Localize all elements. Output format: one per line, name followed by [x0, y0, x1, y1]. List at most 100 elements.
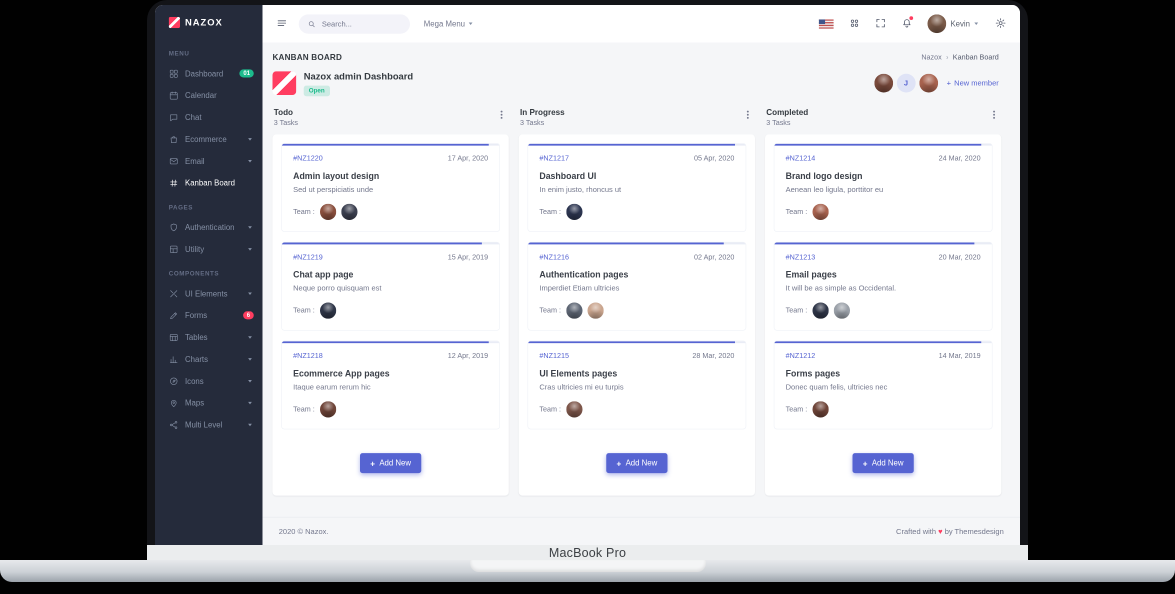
add-new-label: Add New: [871, 458, 904, 468]
apps-grid-button[interactable]: [849, 17, 860, 30]
fullscreen-button[interactable]: [875, 17, 886, 30]
sidebar-item-forms[interactable]: Forms 6: [155, 304, 263, 326]
task-card[interactable]: #NZ1215 28 Mar, 2020 UI Elements pages Cras…: [527, 340, 747, 430]
add-new-button[interactable]: + Add New: [852, 453, 914, 474]
column-menu-dots-icon[interactable]: [500, 113, 503, 116]
task-card-body: #NZ1219 15 Apr, 2019 Chat app page Neque po…: [282, 244, 500, 330]
email-icon: [169, 156, 179, 166]
kanban-column-in-progress: In Progress 3 Tasks #NZ1217 05 Apr, 2020 Das…: [518, 108, 755, 496]
task-id-link[interactable]: #NZ1212: [786, 353, 816, 361]
task-id-link[interactable]: #NZ1216: [539, 254, 569, 262]
status-badge: Open: [303, 85, 330, 97]
search-box[interactable]: [298, 14, 410, 34]
kanban-icon: [169, 178, 179, 188]
team-member-avatar: [565, 401, 583, 418]
sidebar-item-email[interactable]: Email: [155, 150, 263, 172]
sidebar-item-label: Charts: [185, 354, 209, 364]
chevron-down-icon: [468, 22, 473, 25]
search-input[interactable]: [320, 18, 396, 29]
task-card[interactable]: #NZ1213 20 Mar, 2020 Email pages It will be…: [773, 241, 993, 331]
menu-section-label: PAGES: [168, 204, 193, 212]
task-id-link[interactable]: #NZ1219: [293, 254, 323, 262]
calendar-icon: [169, 90, 179, 100]
task-card[interactable]: #NZ1212 14 Mar, 2019 Forms pages Donec quam…: [773, 340, 993, 430]
task-card-meta: #NZ1219 15 Apr, 2019: [293, 254, 488, 262]
task-card[interactable]: #NZ1214 24 Mar, 2020 Brand logo design Aene…: [773, 143, 993, 232]
settings-button[interactable]: [995, 17, 1006, 30]
sidebar-item-chat[interactable]: Chat: [155, 106, 263, 128]
task-team-row: Team :: [293, 401, 488, 418]
notifications-button[interactable]: [901, 15, 913, 30]
add-new-label: Add New: [379, 458, 412, 468]
task-date: 14 Mar, 2019: [938, 352, 981, 361]
mega-menu-dropdown[interactable]: Mega Menu: [424, 19, 475, 28]
breadcrumb-item-nazox[interactable]: Nazox: [921, 53, 941, 61]
sidebar-item-label: Calendar: [185, 90, 217, 100]
team-member-avatar: [812, 401, 829, 418]
sidebar-item-kanban-board[interactable]: Kanban Board: [155, 172, 263, 194]
member-avatars: J: [874, 73, 938, 93]
auth-icon: [169, 222, 179, 232]
laptop-bezel: NAZOX MENU Dashboard 01 Calendar Chat Ecommer…: [147, 0, 1028, 545]
new-member-button[interactable]: + New member: [947, 79, 999, 88]
task-team-row: Team :: [786, 401, 981, 418]
task-id-link[interactable]: #NZ1213: [786, 254, 816, 262]
task-card[interactable]: #NZ1217 05 Apr, 2020 Dashboard UI In enim j…: [527, 143, 747, 232]
task-card[interactable]: #NZ1219 15 Apr, 2019 Chat app page Neque po…: [281, 241, 500, 331]
task-team-row: Team :: [539, 203, 734, 220]
user-menu[interactable]: Kevin: [927, 14, 980, 34]
sidebar-item-tables[interactable]: Tables: [155, 326, 263, 348]
team-member-avatar: [565, 302, 583, 319]
team-label: Team :: [539, 405, 561, 414]
team-member-avatar: [319, 302, 336, 319]
team-member-avatar: [812, 302, 829, 319]
member-avatar: [919, 73, 938, 93]
board-header: Nazox admin Dashboard Open J + New membe…: [272, 71, 1011, 97]
task-team-row: Team :: [293, 302, 488, 319]
language-us-flag-icon[interactable]: [818, 19, 834, 29]
sidebar-item-dashboard[interactable]: Dashboard 01: [155, 63, 263, 85]
mega-menu-label: Mega Menu: [423, 19, 466, 29]
maps-icon: [169, 398, 179, 408]
plus-icon: +: [862, 458, 868, 468]
team-member-avatar: [833, 302, 850, 319]
task-team-row: Team :: [786, 302, 981, 319]
sidebar-item-icons[interactable]: Icons: [155, 370, 263, 392]
column-menu-dots-icon[interactable]: [746, 113, 749, 116]
utility-icon: [169, 244, 179, 254]
sidebar-item-utility[interactable]: Utility: [155, 238, 263, 260]
tables-icon: [169, 332, 179, 342]
task-id-link[interactable]: #NZ1215: [539, 353, 569, 361]
sidebar-item-charts[interactable]: Charts: [155, 348, 263, 370]
task-card-body: #NZ1214 24 Mar, 2020 Brand logo design Aene…: [774, 146, 992, 232]
sidebar-item-label: Chat: [185, 112, 202, 122]
task-date: 05 Apr, 2020: [694, 155, 735, 163]
task-id-link[interactable]: #NZ1214: [786, 155, 816, 163]
task-id-link[interactable]: #NZ1217: [539, 155, 569, 163]
sidebar-item-ecommerce[interactable]: Ecommerce: [155, 128, 263, 150]
sidebar-item-badge: 6: [242, 311, 254, 320]
task-card[interactable]: #NZ1216 02 Apr, 2020 Authentication pages I…: [527, 241, 747, 331]
sidebar-item-maps[interactable]: Maps: [155, 392, 263, 414]
sidebar-item-calendar[interactable]: Calendar: [155, 84, 263, 106]
add-new-button[interactable]: + Add New: [360, 453, 422, 474]
ecommerce-icon: [169, 134, 179, 144]
task-id-link[interactable]: #NZ1218: [293, 353, 323, 361]
task-card-meta: #NZ1214 24 Mar, 2020: [786, 155, 981, 163]
task-team-row: Team :: [539, 401, 734, 418]
task-card[interactable]: #NZ1218 12 Apr, 2019 Ecommerce App pages It…: [281, 340, 500, 430]
add-new-button[interactable]: + Add New: [606, 453, 668, 474]
sidebar-item-authentication[interactable]: Authentication: [155, 216, 263, 238]
sidebar-item-label: Maps: [185, 398, 205, 408]
task-card[interactable]: #NZ1220 17 Apr, 2020 Admin layout design Se…: [281, 143, 500, 232]
column-menu-dots-icon[interactable]: [993, 113, 995, 116]
task-id-link[interactable]: #NZ1220: [293, 155, 323, 163]
sidebar: NAZOX MENU Dashboard 01 Calendar Chat Ecommer…: [155, 5, 263, 545]
brand-logo[interactable]: NAZOX: [155, 5, 263, 40]
sidebar-item-multi-level[interactable]: Multi Level: [155, 414, 263, 436]
menu-toggle-button[interactable]: [276, 17, 287, 30]
chevron-down-icon: [248, 292, 252, 295]
sidebar-item-ui-elements[interactable]: UI Elements: [155, 283, 263, 305]
settings-gear-icon: [995, 17, 1006, 30]
breadcrumb-item-current: Kanban Board: [952, 53, 999, 61]
